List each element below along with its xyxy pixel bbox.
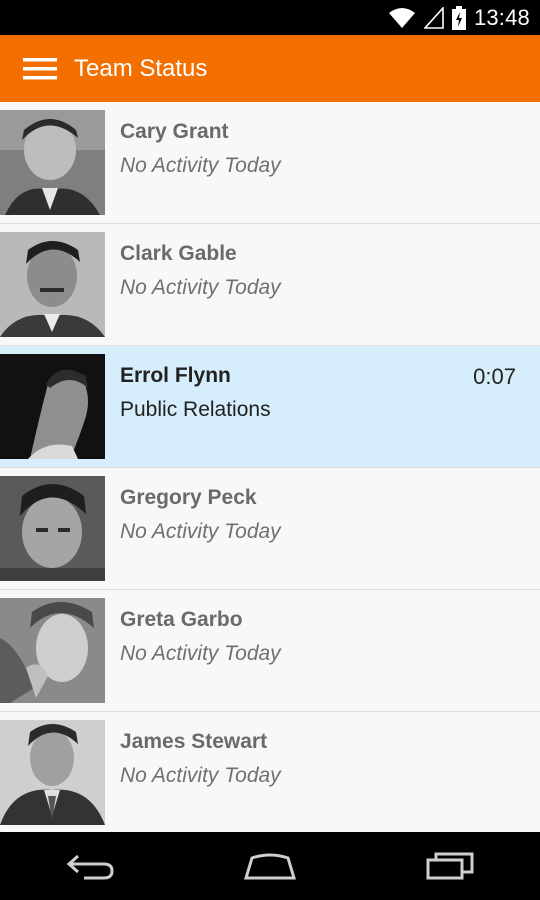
navigation-bar [0,832,540,900]
recents-button[interactable] [395,832,505,900]
team-member-row[interactable]: Clark Gable No Activity Today [0,224,540,346]
status-bar: 13:48 [0,0,540,35]
member-status: No Activity Today [120,154,281,177]
member-name: Clark Gable [120,242,237,265]
member-name: James Stewart [120,730,268,753]
back-icon [66,852,114,880]
status-icons: 13:48 [388,0,530,35]
member-status: No Activity Today [120,276,281,299]
app-title: Team Status [74,54,208,82]
member-name: Gregory Peck [120,486,257,509]
battery-charging-icon [451,5,466,30]
member-name: Greta Garbo [120,608,243,631]
avatar [0,232,105,337]
status-time: 13:48 [473,4,530,30]
team-member-row[interactable]: James Stewart No Activity Today [0,712,540,832]
cell-signal-icon [423,6,444,29]
avatar [0,354,105,459]
team-member-row[interactable]: Cary Grant No Activity Today [0,102,540,224]
member-status: Public Relations [120,398,271,421]
back-button[interactable] [35,832,145,900]
activity-timer: 0:07 [473,364,516,389]
recents-icon [426,852,474,880]
wifi-icon [388,7,416,29]
team-list: Cary Grant No Activity Today Clark Gable… [0,102,540,832]
member-name: Errol Flynn [120,364,231,387]
avatar [0,720,105,825]
member-status: No Activity Today [120,642,281,665]
member-name: Cary Grant [120,120,229,143]
app-bar: Team Status [0,35,540,102]
team-member-row[interactable]: Gregory Peck No Activity Today [0,468,540,590]
menu-button[interactable] [0,35,80,102]
avatar [0,476,105,581]
home-button[interactable] [215,832,325,900]
home-icon [244,852,296,880]
hamburger-menu-icon [23,57,57,81]
team-member-row-active[interactable]: Errol Flynn Public Relations 0:07 [0,346,540,468]
member-status: No Activity Today [120,520,281,543]
member-status: No Activity Today [120,764,281,787]
avatar [0,110,105,215]
team-member-row[interactable]: Greta Garbo No Activity Today [0,590,540,712]
avatar [0,598,105,703]
